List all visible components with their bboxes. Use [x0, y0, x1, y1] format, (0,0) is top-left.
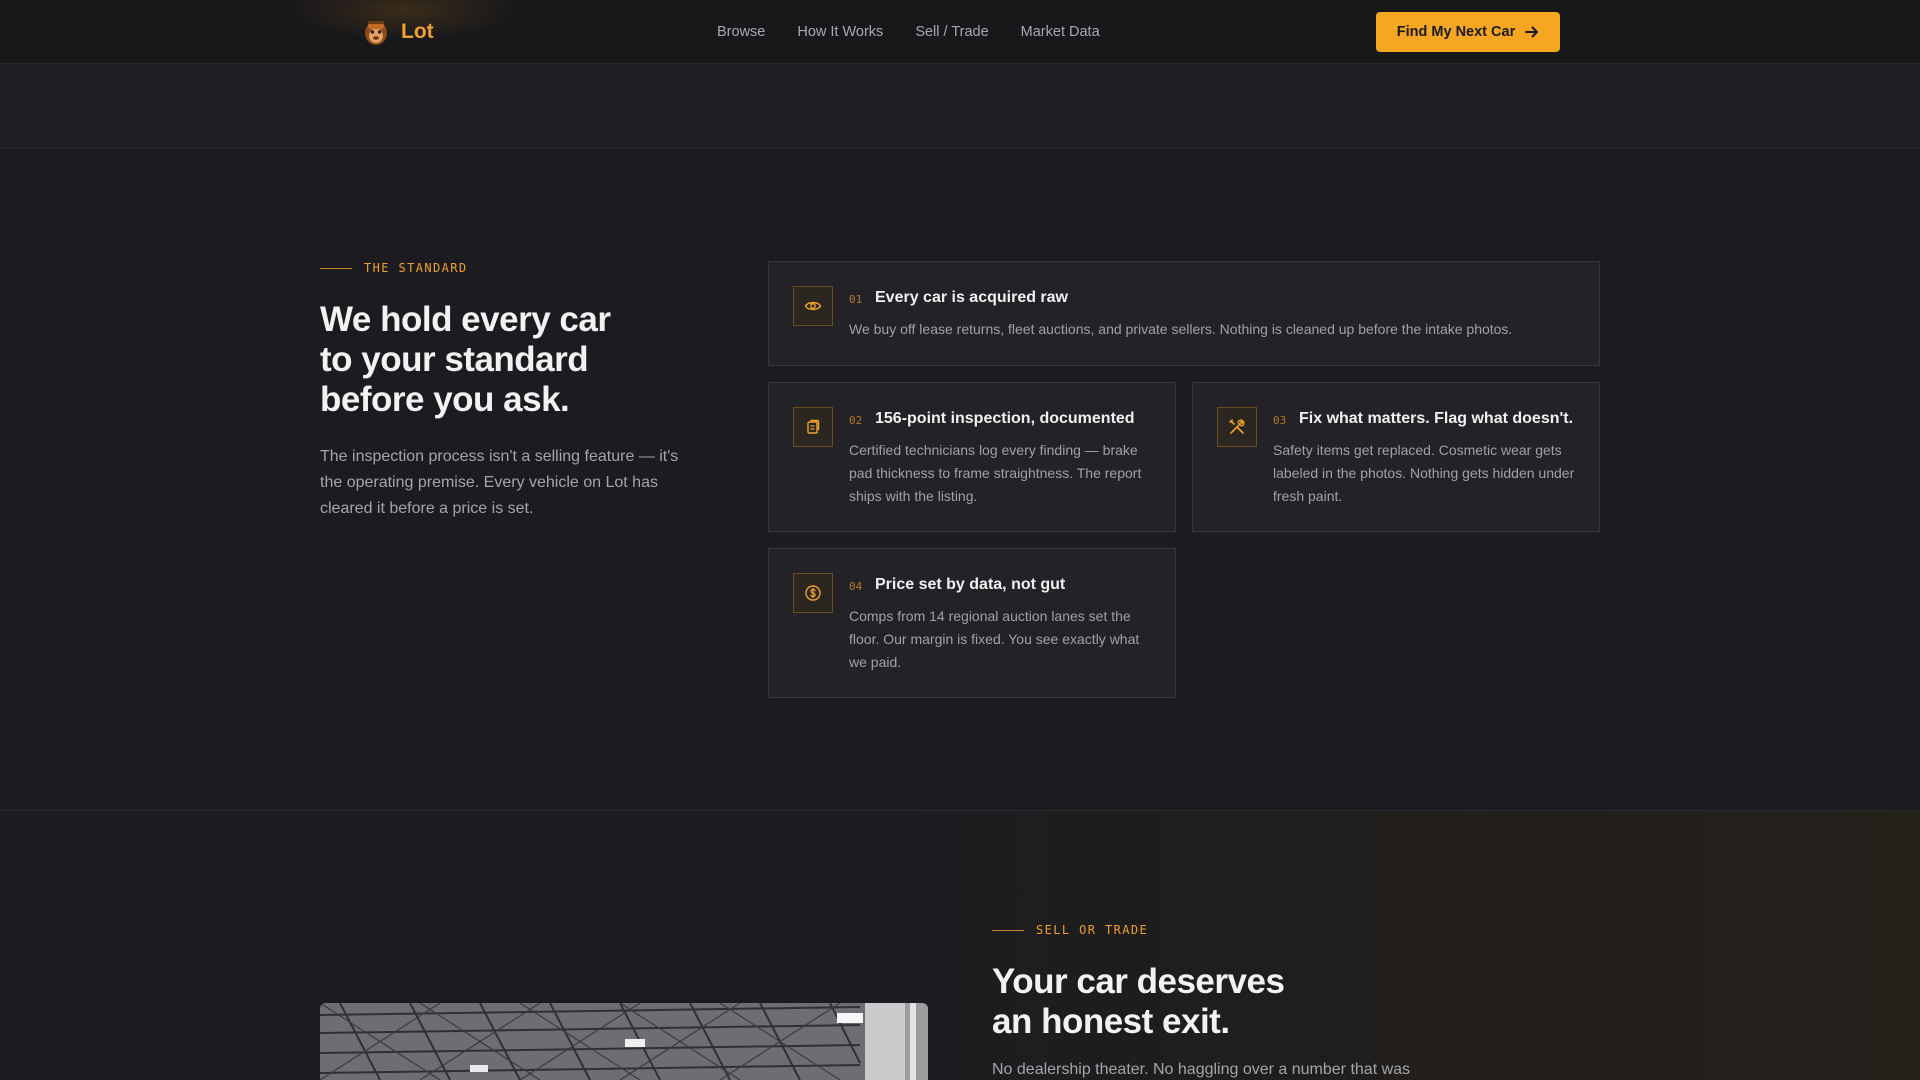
- sell-heading-line: an honest exit.: [992, 1002, 1230, 1041]
- card-icon-box: [793, 286, 833, 326]
- standard-card-1: 01 Every car is acquired raw We buy off …: [768, 261, 1600, 366]
- sell-eyebrow-text: SELL OR TRADE: [1036, 923, 1149, 937]
- top-nav: Lot Browse How It Works Sell / Trade Mar…: [0, 0, 1920, 64]
- brand-logo[interactable]: Lot: [363, 17, 434, 47]
- standard-eyebrow-text: THE STANDARD: [364, 261, 468, 275]
- card-icon-box: [793, 407, 833, 447]
- standard-heading-line: to your standard: [320, 340, 589, 379]
- arrow-right-icon: [1525, 26, 1539, 38]
- standard-heading-line: before you ask.: [320, 380, 570, 419]
- standard-heading: We hold every car to your standard befor…: [320, 300, 611, 420]
- card-icon-box: [1217, 407, 1257, 447]
- sell-section: [0, 811, 1920, 1080]
- sell-heading: Your car deserves an honest exit.: [992, 962, 1285, 1042]
- card-number: 03: [1273, 414, 1287, 427]
- standard-lead-line: cleared it before a price is set.: [320, 500, 534, 517]
- eyebrow-line: [992, 929, 1024, 931]
- standard-card-2: 02 156-point inspection, documented Cert…: [768, 382, 1176, 532]
- monkey-logo-icon: [365, 21, 387, 45]
- brand-name: Lot: [401, 20, 434, 43]
- eye-icon: [804, 301, 822, 311]
- cta-label: Find My Next Car: [1396, 24, 1516, 40]
- standard-lead-line: The inspection process isn't a selling f…: [320, 448, 679, 465]
- standard-heading-line: We hold every car: [320, 300, 611, 339]
- card-description: We buy off lease returns, fleet auctions…: [849, 321, 1513, 337]
- card-description: Safety items get replaced. Cosmetic wear…: [1273, 442, 1575, 504]
- standard-card-3: 03 Fix what matters. Flag what doesn't. …: [1192, 382, 1600, 532]
- sell-heading-line: Your car deserves: [992, 962, 1285, 1001]
- empty-band: [0, 65, 1920, 149]
- warehouse-photo-art: [320, 1003, 928, 1080]
- card-title: Fix what matters. Flag what doesn't.: [1299, 410, 1574, 427]
- card-title: 156-point inspection, documented: [875, 410, 1135, 427]
- dollar-icon: [805, 585, 821, 601]
- sell-eyebrow: SELL OR TRADE: [992, 923, 1148, 937]
- standard-eyebrow: THE STANDARD: [320, 261, 468, 275]
- sell-subtext: No dealership theater. No haggling over …: [992, 1061, 1411, 1078]
- tools-icon: [1229, 419, 1245, 434]
- standard-lead-line: the operating premise. Every vehicle on …: [320, 474, 658, 491]
- card-title: Every car is acquired raw: [875, 289, 1068, 306]
- find-my-next-car-button[interactable]: Find My Next Car: [1376, 12, 1560, 52]
- card-description: Certified technicians log every finding …: [849, 442, 1142, 504]
- nav-link-how-it-works[interactable]: How It Works: [797, 24, 883, 40]
- card-number: 02: [849, 414, 863, 427]
- card-number: 01: [849, 293, 863, 306]
- clipboard-icon: [807, 419, 820, 434]
- nav-link-market-data[interactable]: Market Data: [1021, 24, 1100, 40]
- standard-card-4: 04 Price set by data, not gut Comps from…: [768, 548, 1176, 698]
- card-title: Price set by data, not gut: [875, 576, 1066, 593]
- card-number: 04: [849, 580, 863, 593]
- nav-links: Browse How It Works Sell / Trade Market …: [717, 0, 1100, 64]
- standard-lead: The inspection process isn't a selling f…: [320, 444, 678, 522]
- nav-link-browse[interactable]: Browse: [717, 24, 765, 40]
- eyebrow-line: [320, 267, 352, 269]
- card-description: Comps from 14 regional auction lanes set…: [849, 608, 1140, 670]
- card-icon-box: [793, 573, 833, 613]
- warehouse-photo: [320, 1003, 928, 1080]
- nav-link-sell-trade[interactable]: Sell / Trade: [915, 24, 988, 40]
